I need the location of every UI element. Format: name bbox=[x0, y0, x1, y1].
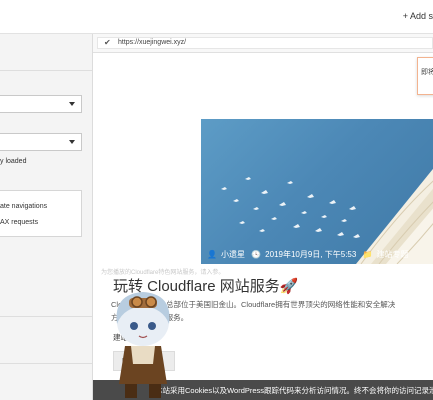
author-icon: 👤 bbox=[207, 250, 217, 259]
option-navigations[interactable]: ate navigations bbox=[0, 203, 47, 210]
folder-icon: 📁 bbox=[362, 250, 373, 259]
add-site-button[interactable]: + Add s bbox=[403, 11, 433, 21]
select-dropdown-2[interactable] bbox=[0, 133, 82, 151]
top-toolbar: + Add s bbox=[0, 0, 433, 34]
chevron-down-icon bbox=[69, 102, 75, 106]
settings-panel: y loaded ate navigations AX requests bbox=[0, 34, 93, 400]
address-bar: ✔ https://xuejingwei.xyz/ bbox=[93, 34, 433, 53]
chevron-down-icon bbox=[69, 140, 75, 144]
post-author[interactable]: 小遗星 bbox=[221, 250, 245, 259]
url-text: https://xuejingwei.xyz/ bbox=[118, 39, 187, 46]
divider bbox=[0, 316, 92, 317]
divider bbox=[0, 70, 92, 71]
clock-icon: 🕓 bbox=[251, 250, 262, 259]
search-popup[interactable]: 即将 bbox=[417, 57, 433, 95]
divider bbox=[0, 363, 92, 364]
mascot-character-image bbox=[116, 292, 170, 398]
options-box: ate navigations AX requests bbox=[0, 190, 82, 237]
loaded-status-text: y loaded bbox=[0, 158, 27, 165]
url-field[interactable]: ✔ https://xuejingwei.xyz/ bbox=[97, 37, 433, 49]
post-date: 2019年10月9日, 下午5:53 bbox=[265, 250, 357, 259]
search-popup-label: 即将 bbox=[421, 69, 433, 76]
cookie-notice-text: 本站采用Cookies以及WordPress跟踪代码来分析访问情况。终不会将你的… bbox=[155, 386, 433, 395]
option-ajax-requests[interactable]: AX requests bbox=[0, 219, 38, 226]
post-category[interactable]: 建站专题 bbox=[377, 250, 409, 259]
post-meta: 👤 小遗星 🕓 2019年10月9日, 下午5:53 📁 建站专题 bbox=[207, 249, 413, 260]
book-birds-illustration bbox=[221, 168, 433, 264]
select-dropdown-1[interactable] bbox=[0, 95, 82, 113]
check-icon: ✔ bbox=[104, 38, 111, 47]
post-hero-image[interactable]: 👤 小遗星 🕓 2019年10月9日, 下午5:53 📁 建站专题 bbox=[201, 119, 433, 264]
